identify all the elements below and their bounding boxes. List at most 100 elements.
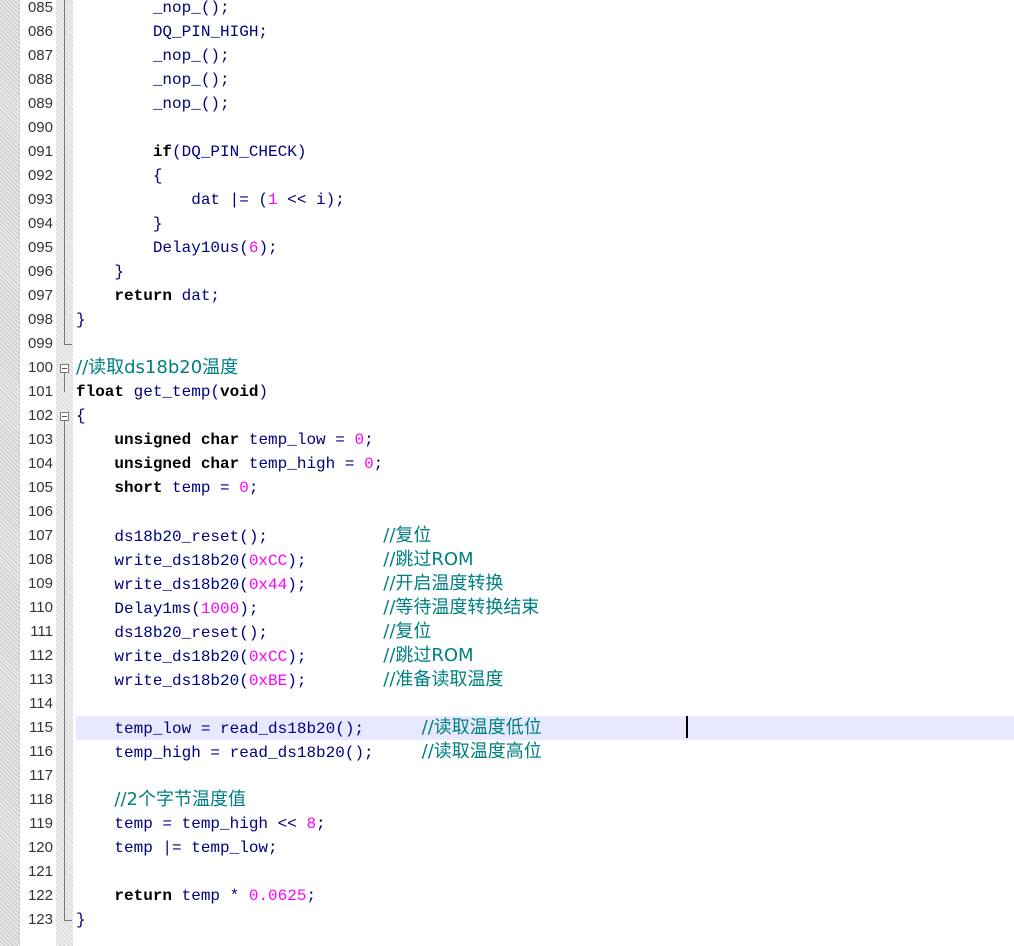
code-line[interactable]: //读取ds18b20温度 — [76, 356, 1014, 380]
code-line[interactable]: //2个字节温度值 — [76, 788, 1014, 812]
line-number: 102 — [27, 407, 53, 424]
line-number: 095 — [27, 239, 53, 256]
code-line[interactable]: ds18b20_reset(); //复位 — [76, 620, 1014, 644]
line-number: 121 — [27, 863, 53, 880]
code-comment: //2个字节温度值 — [114, 789, 246, 810]
line-number: 093 — [27, 191, 53, 208]
code-comment: //等待温度转换结束 — [383, 597, 540, 618]
editor-left-margin — [0, 0, 20, 946]
line-number: 111 — [30, 623, 53, 640]
line-number: 103 — [27, 431, 53, 448]
code-comment: //读取温度高位 — [421, 741, 542, 762]
code-comment: //复位 — [383, 525, 432, 546]
line-number: 088 — [27, 71, 53, 88]
code-line[interactable]: } — [76, 908, 1014, 932]
code-comment: //读取温度低位 — [421, 717, 542, 738]
code-comment: //开启温度转换 — [383, 573, 504, 594]
code-line[interactable] — [76, 764, 1014, 788]
line-number: 091 — [27, 143, 53, 160]
line-number: 096 — [27, 263, 53, 280]
line-number: 114 — [29, 695, 53, 712]
code-line[interactable]: Delay10us(6); — [76, 236, 1014, 260]
fold-line — [64, 0, 65, 344]
code-line[interactable]: write_ds18b20(0xCC); //跳过ROM — [76, 644, 1014, 668]
code-line[interactable]: _nop_(); — [76, 0, 1014, 20]
code-comment: //跳过ROM — [383, 645, 474, 666]
code-line[interactable]: } — [76, 308, 1014, 332]
line-number: 101 — [27, 383, 53, 400]
fold-line-end — [64, 344, 72, 345]
line-number: 123 — [27, 911, 53, 928]
line-number: 108 — [27, 551, 53, 568]
code-line[interactable]: if(DQ_PIN_CHECK) — [76, 140, 1014, 164]
fold-line — [64, 421, 65, 920]
line-number: 122 — [27, 887, 53, 904]
code-line[interactable]: DQ_PIN_HIGH; — [76, 20, 1014, 44]
line-number: 086 — [27, 23, 53, 40]
code-line[interactable]: { — [76, 164, 1014, 188]
code-line[interactable]: _nop_(); — [76, 68, 1014, 92]
code-line[interactable]: float get_temp(void) — [76, 380, 1014, 404]
code-line[interactable]: unsigned char temp_low = 0; — [76, 428, 1014, 452]
code-comment: //准备读取温度 — [383, 669, 504, 690]
fold-collapse-icon[interactable] — [60, 364, 69, 373]
line-number: 100 — [27, 359, 53, 376]
line-number: 105 — [27, 479, 53, 496]
line-number: 117 — [29, 767, 53, 784]
line-number-gutter: 085 086 087 088 089 090 091 092 093 094 095 096 097 0… — [20, 0, 56, 946]
code-comment: //读取ds18b20温度 — [76, 357, 239, 378]
code-line[interactable] — [76, 500, 1014, 524]
line-number: 120 — [27, 839, 53, 856]
code-line[interactable]: ds18b20_reset(); //复位 — [76, 524, 1014, 548]
line-number: 085 — [27, 0, 53, 16]
code-line[interactable]: temp |= temp_low; — [76, 836, 1014, 860]
line-number: 087 — [27, 47, 53, 64]
line-number: 113 — [29, 671, 53, 688]
line-number: 089 — [27, 95, 53, 112]
code-editor[interactable]: 085 086 087 088 089 090 091 092 093 094 095 096 097 0… — [0, 0, 1014, 946]
code-line[interactable]: { — [76, 404, 1014, 428]
line-number: 109 — [27, 575, 53, 592]
code-line[interactable]: return dat; — [76, 284, 1014, 308]
current-code-line[interactable]: temp_low = read_ds18b20(); //读取温度低位 — [76, 716, 1014, 740]
code-line[interactable]: unsigned char temp_high = 0; — [76, 452, 1014, 476]
line-number: 115 — [29, 719, 53, 736]
line-number: 119 — [29, 815, 53, 832]
code-line[interactable]: _nop_(); — [76, 44, 1014, 68]
line-number: 094 — [27, 215, 53, 232]
code-line[interactable] — [76, 692, 1014, 716]
line-number: 104 — [27, 455, 53, 472]
code-line[interactable]: short temp = 0; — [76, 476, 1014, 500]
line-number: 110 — [29, 599, 53, 616]
fold-line — [64, 373, 65, 392]
text-caret — [686, 716, 688, 738]
fold-line-end — [64, 920, 72, 921]
line-number: 106 — [27, 503, 53, 520]
code-line[interactable]: return temp * 0.0625; — [76, 884, 1014, 908]
code-comment: //复位 — [383, 621, 432, 642]
code-line[interactable]: temp = temp_high << 8; — [76, 812, 1014, 836]
line-number: 107 — [27, 527, 53, 544]
line-number: 099 — [27, 335, 53, 352]
line-number: 097 — [27, 287, 53, 304]
line-number: 112 — [29, 647, 53, 664]
code-line[interactable]: Delay1ms(1000); //等待温度转换结束 — [76, 596, 1014, 620]
line-number: 098 — [27, 311, 53, 328]
code-line[interactable]: dat |= (1 << i); — [76, 188, 1014, 212]
code-line[interactable] — [76, 332, 1014, 356]
code-line[interactable]: _nop_(); — [76, 92, 1014, 116]
code-line[interactable] — [76, 860, 1014, 884]
code-line[interactable]: } — [76, 260, 1014, 284]
fold-gutter — [56, 0, 76, 946]
code-line[interactable]: temp_high = read_ds18b20(); //读取温度高位 — [76, 740, 1014, 764]
code-line[interactable]: write_ds18b20(0xCC); //跳过ROM — [76, 548, 1014, 572]
code-line[interactable] — [76, 116, 1014, 140]
line-number: 118 — [29, 791, 53, 808]
code-line[interactable]: write_ds18b20(0xBE); //准备读取温度 — [76, 668, 1014, 692]
fold-collapse-icon[interactable] — [60, 412, 69, 421]
line-number: 092 — [27, 167, 53, 184]
code-line[interactable]: write_ds18b20(0x44); //开启温度转换 — [76, 572, 1014, 596]
code-line[interactable]: } — [76, 212, 1014, 236]
line-number: 116 — [29, 743, 53, 760]
line-number: 090 — [27, 119, 53, 136]
